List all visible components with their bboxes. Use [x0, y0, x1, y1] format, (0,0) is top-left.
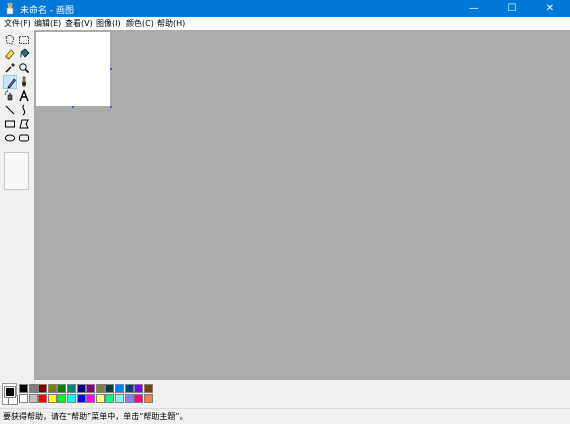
ellipse-tool[interactable]: [3, 131, 17, 145]
rounded-rectangle-tool[interactable]: [17, 131, 31, 145]
resize-handle-bottom[interactable]: [72, 106, 74, 108]
curve-icon: [22, 104, 26, 116]
palette-swatch[interactable]: [28, 394, 38, 403]
line-icon: [5, 105, 15, 115]
palette-swatch[interactable]: [105, 394, 115, 403]
menu-bar: 文件(F) 编辑(E) 查看(V) 图像(I) 颜色(C) 帮助(H): [0, 17, 570, 30]
color-palette: [0, 380, 570, 408]
airbrush-icon: [4, 90, 13, 101]
brush-icon: [22, 76, 26, 87]
polygon-icon: [19, 119, 29, 129]
current-colors: [2, 383, 18, 405]
palette-swatch[interactable]: [86, 394, 96, 403]
text-tool[interactable]: [17, 89, 31, 103]
palette-swatch[interactable]: [95, 384, 105, 393]
window-title: 未命名 - 画图: [20, 6, 74, 16]
palette-swatch[interactable]: [67, 394, 76, 403]
menu-edit[interactable]: 编辑(E): [34, 18, 61, 29]
ellipse-icon: [4, 134, 16, 142]
palette-swatch[interactable]: [47, 384, 57, 393]
fill-tool[interactable]: [17, 47, 31, 61]
status-bar: 要获得帮助，请在“帮助”菜单中，单击“帮助主题”。: [0, 408, 570, 424]
free-select-tool[interactable]: [3, 33, 17, 47]
foreground-color[interactable]: [4, 386, 16, 398]
rectangle-icon: [5, 120, 15, 128]
palette-swatch[interactable]: [76, 394, 86, 403]
palette-swatch[interactable]: [143, 384, 153, 393]
free-select-icon: [5, 34, 15, 45]
resize-handle-corner[interactable]: [110, 106, 112, 108]
palette-swatch[interactable]: [124, 384, 134, 393]
menu-file[interactable]: 文件(F): [4, 18, 31, 29]
palette-swatch[interactable]: [67, 384, 76, 393]
palette-swatch[interactable]: [38, 384, 48, 393]
menu-help[interactable]: 帮助(H): [157, 18, 185, 29]
palette-swatch[interactable]: [19, 394, 28, 403]
eyedropper-icon: [5, 63, 15, 73]
minimize-button[interactable]: —: [455, 0, 493, 17]
palette-swatch[interactable]: [105, 384, 115, 393]
close-button[interactable]: ✕: [531, 0, 569, 17]
drawing-canvas[interactable]: [36, 32, 110, 106]
paint-app-icon: [6, 2, 14, 15]
curve-tool[interactable]: [17, 103, 31, 117]
palette-swatch[interactable]: [76, 384, 86, 393]
rounded-rectangle-icon: [19, 134, 29, 142]
palette-swatch[interactable]: [86, 384, 96, 393]
palette-swatch[interactable]: [38, 394, 48, 403]
pencil-icon: [7, 78, 16, 89]
maximize-button[interactable]: ☐: [493, 0, 531, 17]
eraser-tool[interactable]: [3, 47, 17, 61]
palette-swatch[interactable]: [19, 384, 28, 393]
rectangle-tool[interactable]: [3, 117, 17, 131]
polygon-tool[interactable]: [17, 117, 31, 131]
toolbox: [0, 30, 34, 380]
palette-swatch[interactable]: [143, 394, 153, 403]
palette-swatch[interactable]: [115, 394, 124, 403]
menu-image[interactable]: 图像(I): [96, 18, 121, 29]
resize-handle-right[interactable]: [110, 68, 112, 70]
magnifier-icon: [19, 63, 30, 74]
airbrush-tool[interactable]: [3, 89, 17, 103]
palette-swatch[interactable]: [47, 394, 57, 403]
palette-swatch[interactable]: [115, 384, 124, 393]
tool-options-box[interactable]: [4, 152, 29, 190]
brush-tool[interactable]: [17, 75, 31, 89]
palette-swatch[interactable]: [134, 394, 144, 403]
menu-colors[interactable]: 颜色(C): [126, 18, 154, 29]
palette-swatch[interactable]: [57, 394, 67, 403]
canvas-area[interactable]: [34, 30, 570, 380]
palette-swatch[interactable]: [28, 384, 38, 393]
minimize-icon: —: [469, 3, 479, 14]
palette-swatch[interactable]: [134, 384, 144, 393]
rect-select-icon: [19, 36, 29, 44]
palette-swatch[interactable]: [57, 384, 67, 393]
color-picker-tool[interactable]: [3, 61, 17, 75]
status-text: 要获得帮助，请在“帮助”菜单中，单击“帮助主题”。: [3, 412, 188, 421]
rect-select-tool[interactable]: [17, 33, 31, 47]
menu-view[interactable]: 查看(V): [65, 18, 93, 29]
maximize-icon: ☐: [507, 3, 517, 14]
pencil-tool[interactable]: [3, 75, 17, 89]
line-tool[interactable]: [3, 103, 17, 117]
text-icon: [19, 90, 29, 102]
paint-bucket-icon: [20, 48, 30, 58]
palette-swatch[interactable]: [124, 394, 134, 403]
magnifier-tool[interactable]: [17, 61, 31, 75]
close-icon: ✕: [545, 3, 555, 14]
palette-swatch[interactable]: [95, 394, 105, 403]
title-bar: 未命名 - 画图 — ☐ ✕: [0, 0, 570, 17]
eraser-icon: [5, 49, 15, 60]
